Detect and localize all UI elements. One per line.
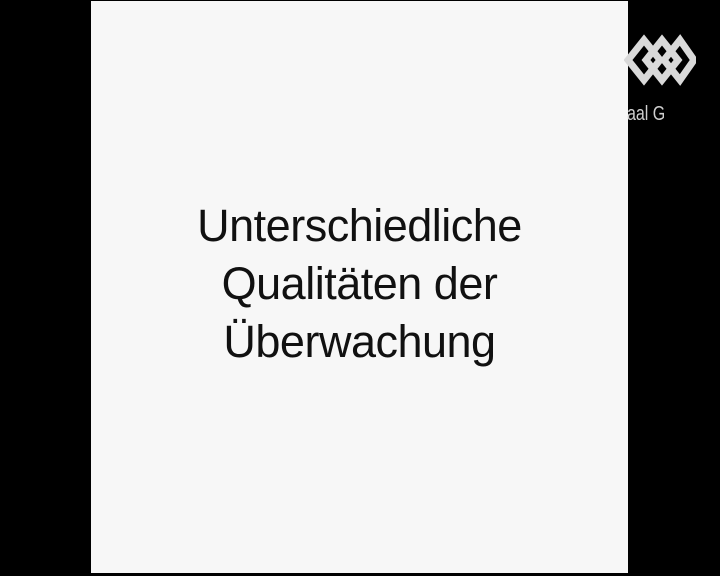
diamond-chain-logo-icon [623, 28, 699, 92]
slide-title-line-1: Unterschiedliche [197, 200, 522, 251]
video-frame: Unterschiedliche Qualitäten der Überwach… [0, 0, 720, 576]
channel-label: aal G [627, 103, 666, 125]
slide-title-line-2: Qualitäten der [221, 258, 498, 309]
slide-title: Unterschiedliche Qualitäten der Überwach… [91, 197, 628, 371]
presentation-slide: Unterschiedliche Qualitäten der Überwach… [91, 1, 628, 573]
slide-title-line-3: Überwachung [223, 316, 496, 367]
